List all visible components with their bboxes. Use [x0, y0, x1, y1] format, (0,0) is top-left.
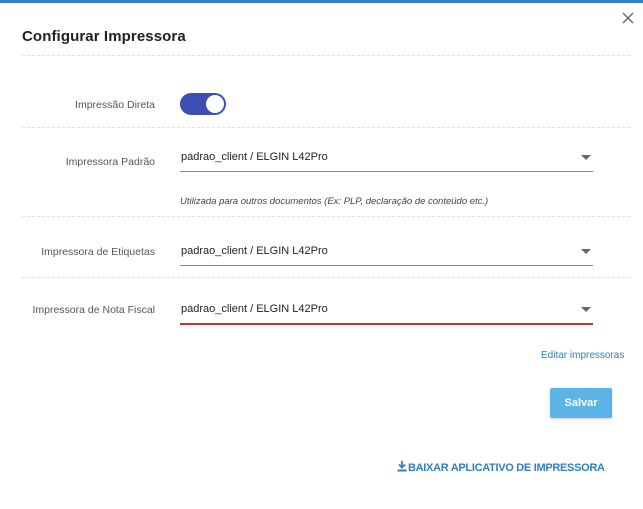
close-button[interactable]	[620, 10, 636, 26]
label-printer-value: padrao_client / ELGIN L42Pro	[181, 245, 328, 257]
invoice-printer-value: padrao_client / ELGIN L42Pro	[181, 303, 328, 315]
divider	[22, 277, 630, 278]
download-icon	[397, 461, 407, 472]
invoice-printer-select[interactable]: padrao_client / ELGIN L42Pro	[180, 301, 593, 325]
chevron-down-icon	[581, 155, 591, 160]
edit-printers-link[interactable]: Editar impressoras	[541, 350, 624, 361]
divider	[22, 55, 630, 56]
label-printer-label: Impressora de Etiquetas	[41, 246, 155, 258]
close-icon	[622, 12, 634, 24]
default-printer-label: Impressora Padrão	[65, 156, 155, 168]
invoice-printer-label: Impressora de Nota Fiscal	[32, 304, 155, 316]
download-printer-app-label: BAIXAR APLICATIVO DE IMPRESSORA	[408, 462, 605, 474]
direct-print-toggle[interactable]	[180, 93, 226, 115]
save-button[interactable]: Salvar	[550, 388, 612, 418]
chevron-down-icon	[581, 249, 591, 254]
direct-print-label: Impressão Direta	[75, 99, 155, 111]
divider	[22, 216, 630, 217]
default-printer-hint: Utilizada para outros documentos (Ex: PL…	[180, 196, 489, 207]
divider	[22, 127, 630, 128]
default-printer-select[interactable]: padrao_client / ELGIN L42Pro	[180, 149, 593, 172]
dialog-title: Configurar Impressora	[22, 28, 186, 45]
dialog-top-accent	[0, 0, 643, 3]
default-printer-value: padrao_client / ELGIN L42Pro	[181, 151, 328, 163]
download-printer-app-link[interactable]: BAIXAR APLICATIVO DE IMPRESSORA	[397, 461, 605, 474]
configure-printer-dialog: Configurar Impressora Impressão Direta I…	[0, 0, 643, 509]
chevron-down-icon	[581, 307, 591, 312]
label-printer-select[interactable]: padrao_client / ELGIN L42Pro	[180, 243, 593, 266]
toggle-knob	[206, 95, 224, 113]
